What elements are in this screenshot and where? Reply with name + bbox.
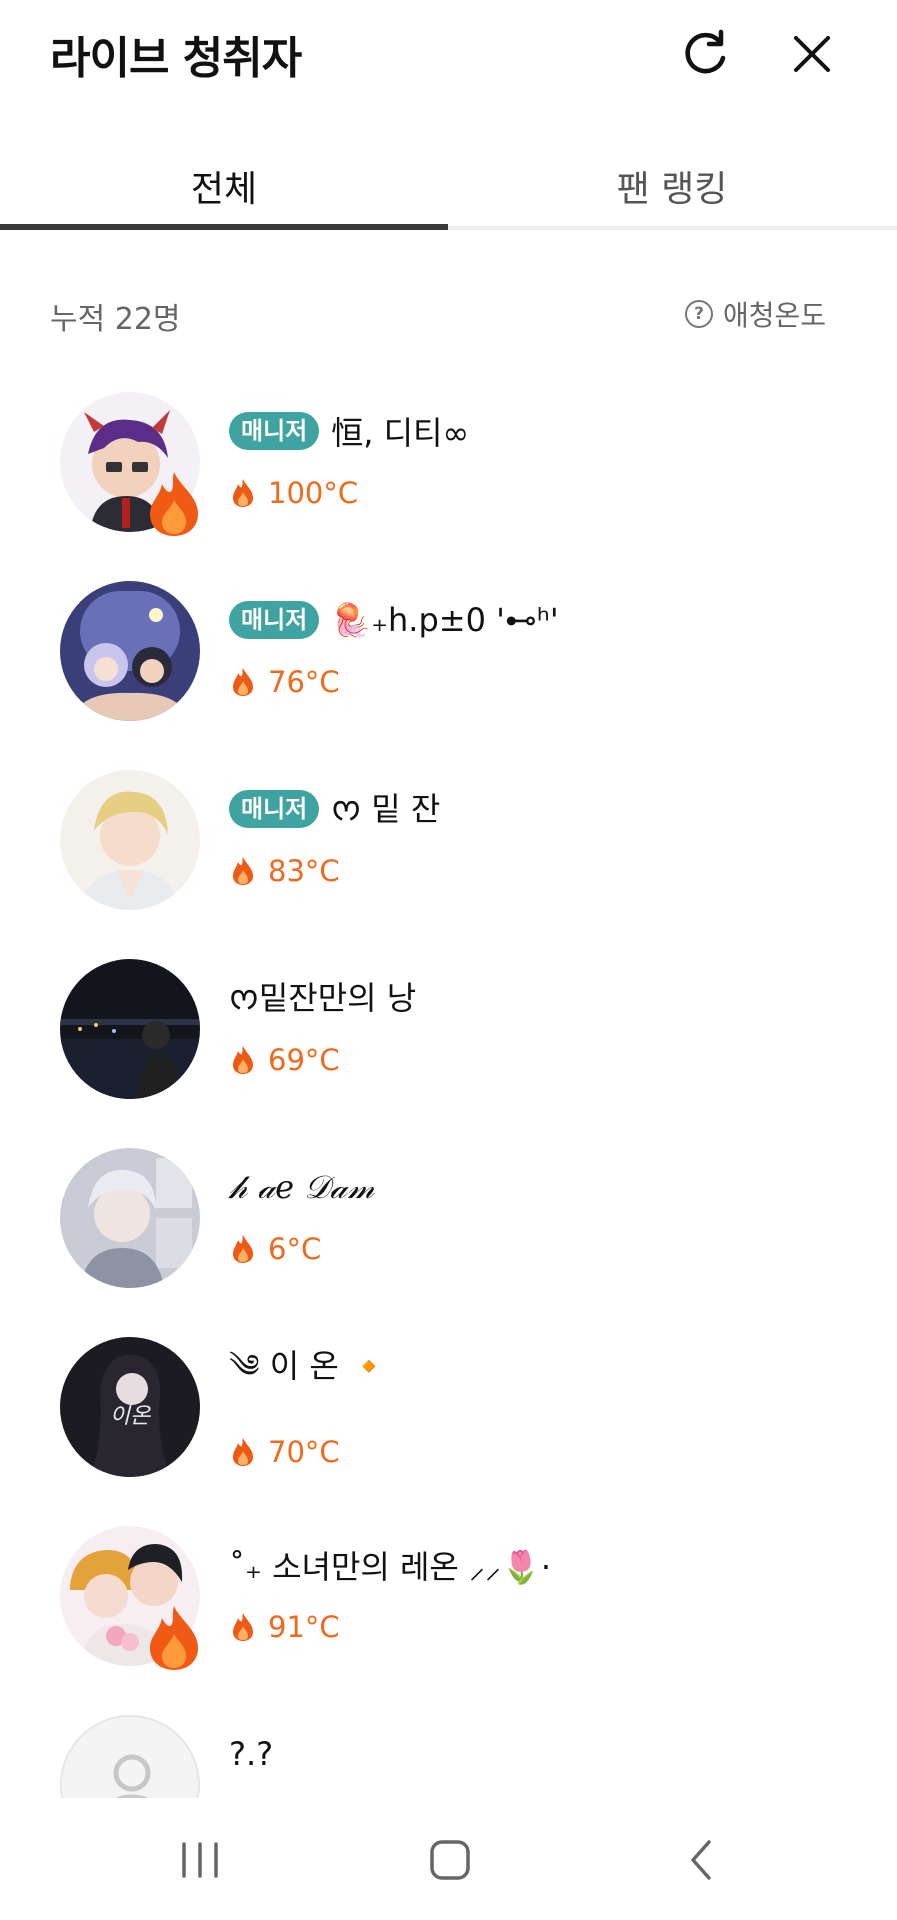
- system-navigation-bar: [0, 1800, 897, 1920]
- listener-name: 𝒽 𝒶𝑒 𝒟𝒶𝓂: [229, 1167, 375, 1206]
- flame-icon: [233, 1438, 253, 1466]
- manager-badge: 매니저: [229, 601, 320, 639]
- list-item[interactable]: 매니저 恒, 디티∞ 100°C: [0, 378, 897, 567]
- affection-temperature: 70°C: [232, 1435, 340, 1469]
- listener-name: 🪼₊h.p±0 '⊷ʰ': [331, 601, 559, 639]
- avatar: [60, 770, 200, 910]
- manager-badge: 매니저: [229, 790, 320, 828]
- header: 라이브 청취자: [0, 0, 897, 110]
- list-item[interactable]: ᰔ밑잔만의 낭 69°C: [0, 945, 897, 1134]
- tab-bar: 전체 팬 랭킹: [0, 140, 897, 232]
- avatar: [60, 959, 200, 1099]
- listener-name-line: ?.?: [229, 1731, 273, 1777]
- listener-name: ᰔ밑잔만의 낭: [229, 978, 417, 1017]
- fire-badge-icon: [150, 1606, 198, 1670]
- listener-name-line: 𝒽 𝒶𝑒 𝒟𝒶𝓂: [229, 1164, 375, 1210]
- close-icon: [794, 36, 830, 72]
- tab-divider: [448, 226, 897, 230]
- listener-name-line: ᰔ밑잔만의 낭: [229, 975, 416, 1021]
- affection-temperature: 6°C: [232, 1232, 321, 1266]
- refresh-icon: [685, 29, 726, 74]
- temperature-value: 70°C: [268, 1435, 340, 1469]
- flame-icon: [233, 1046, 253, 1074]
- list-item[interactable]: ˚₊ 소녀만의 레온 ⸝⸝🌷· 91°C: [0, 1512, 897, 1701]
- default-profile-icon: [62, 1717, 198, 1798]
- list-item[interactable]: 매니저 ᰔ 밑 잔 83°C: [0, 756, 897, 945]
- avatar-image: [60, 1148, 200, 1288]
- fire-badge-icon: [150, 472, 198, 536]
- home-button[interactable]: [405, 1830, 495, 1890]
- tab-fan-ranking[interactable]: 팬 랭킹: [448, 140, 896, 232]
- list-item[interactable]: 𝒽 𝒶𝑒 𝒟𝒶𝓂 6°C: [0, 1134, 897, 1323]
- question-icon: ?: [685, 300, 713, 328]
- list-item[interactable]: ?.?: [0, 1701, 897, 1798]
- flame-icon: [233, 479, 253, 507]
- affection-temperature: 83°C: [232, 854, 340, 888]
- tab-active-indicator: [0, 224, 448, 230]
- svg-text:이온: 이온: [110, 1404, 152, 1429]
- listener-name: ?.?: [229, 1735, 274, 1773]
- temperature-value: 69°C: [268, 1043, 340, 1077]
- listener-name: 恒, 디티∞: [331, 414, 470, 452]
- tab-all[interactable]: 전체: [0, 140, 448, 232]
- avatar: [60, 581, 200, 721]
- list-item[interactable]: 이온 ༄ 이 온 🔸 70°C: [0, 1323, 897, 1512]
- list-item[interactable]: 매니저 🪼₊h.p±0 '⊷ʰ' 76°C: [0, 567, 897, 756]
- avatar: [60, 1148, 200, 1288]
- listener-name: ˚₊ 소녀만의 레온 ⸝⸝🌷·: [229, 1548, 552, 1586]
- listener-list: 매니저 恒, 디티∞ 100°C 매니저 🪼₊h.p±0 '⊷ʰ' 76°C 매…: [0, 378, 897, 1798]
- temperature-value: 100°C: [268, 476, 359, 510]
- affection-temperature: 100°C: [232, 476, 358, 510]
- listener-name-line: 매니저 🪼₊h.p±0 '⊷ʰ': [229, 597, 559, 643]
- manager-badge: 매니저: [229, 412, 320, 450]
- refresh-button[interactable]: [675, 24, 735, 84]
- affection-temperature: 69°C: [232, 1043, 340, 1077]
- recent-apps-icon: [182, 1842, 218, 1878]
- flame-icon: [233, 857, 253, 885]
- flame-icon: [233, 1613, 253, 1641]
- affection-temperature-info[interactable]: ? 애청온도: [685, 294, 826, 334]
- close-button[interactable]: [782, 24, 842, 84]
- flame-icon: [233, 668, 253, 696]
- avatar-image: [60, 581, 200, 721]
- affection-temperature: 91°C: [232, 1610, 340, 1644]
- listener-summary: 누적 22명 ? 애청온도: [0, 290, 897, 340]
- listener-name-line: ˚₊ 소녀만의 레온 ⸝⸝🌷·: [229, 1542, 551, 1588]
- listener-count: 누적 22명: [50, 302, 181, 337]
- avatar-image: 이온: [60, 1337, 200, 1477]
- temperature-value: 6°C: [268, 1232, 322, 1266]
- avatar-image: [60, 959, 200, 1099]
- listener-name: ᰔ 밑 잔: [331, 789, 441, 828]
- back-button[interactable]: [655, 1830, 745, 1890]
- avatar-image: [60, 770, 200, 910]
- temperature-value: 91°C: [268, 1610, 340, 1644]
- affection-temperature: 76°C: [232, 665, 340, 699]
- listener-name-line: ༄ 이 온 🔸: [229, 1347, 389, 1399]
- listener-name-line: 매니저 ᰔ 밑 잔: [229, 786, 440, 832]
- page-title: 라이브 청취자: [50, 33, 302, 84]
- temperature-value: 76°C: [268, 665, 340, 699]
- avatar: [60, 1715, 200, 1798]
- home-icon: [430, 1840, 470, 1880]
- back-icon: [691, 1840, 711, 1880]
- listener-name: ༄ 이 온 🔸: [229, 1347, 389, 1385]
- temperature-value: 83°C: [268, 854, 340, 888]
- recent-apps-button[interactable]: [155, 1830, 245, 1890]
- listener-name-line: 매니저 恒, 디티∞: [229, 408, 469, 454]
- avatar: 이온: [60, 1337, 200, 1477]
- flame-icon: [233, 1235, 253, 1263]
- affection-label: 애청온도: [723, 299, 827, 332]
